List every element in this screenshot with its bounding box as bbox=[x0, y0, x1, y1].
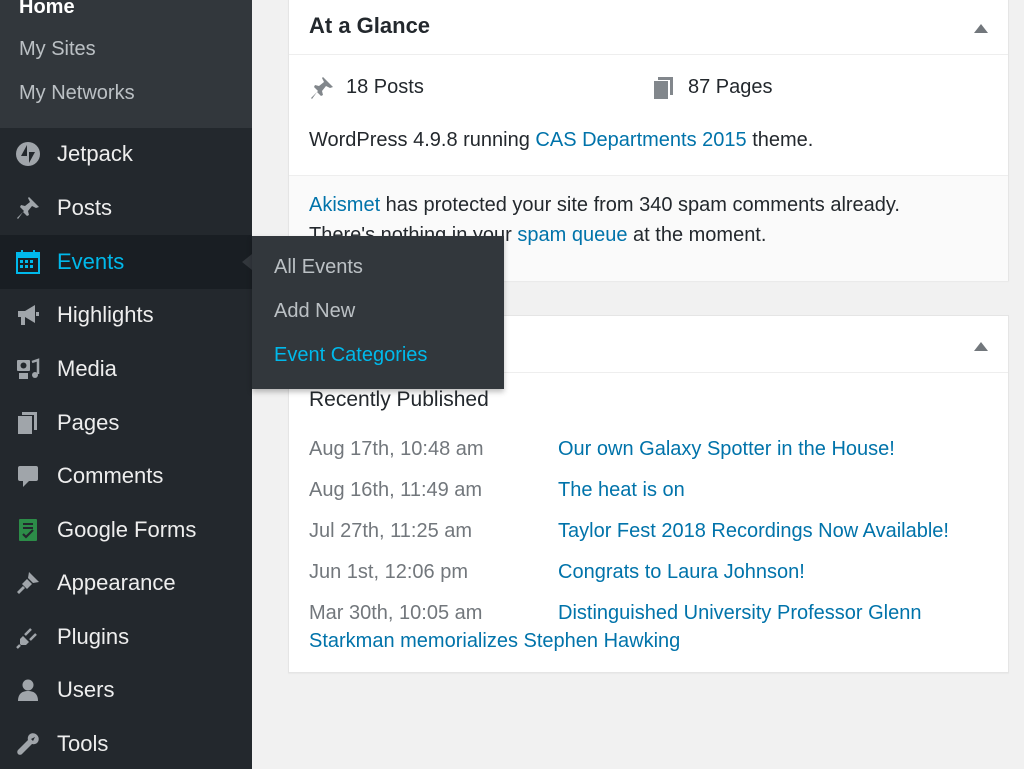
post-title-link[interactable]: Congrats to Laura Johnson! bbox=[558, 561, 805, 584]
sidebar-item-google-forms[interactable]: Google Forms bbox=[0, 503, 252, 557]
sidebar-item-label: Posts bbox=[57, 195, 113, 220]
sidebar-item-highlights[interactable]: Highlights bbox=[0, 288, 252, 342]
pushpin-icon bbox=[14, 194, 42, 222]
collapse-toggle-icon[interactable] bbox=[974, 24, 988, 33]
sidebar-item-label: Plugins bbox=[57, 624, 130, 649]
calendar-icon bbox=[14, 248, 42, 276]
akismet-text: has protected your site from 340 spam co… bbox=[380, 194, 900, 216]
sidebar-item-events[interactable]: Events bbox=[0, 235, 252, 289]
spam-queue-link[interactable]: spam queue bbox=[517, 224, 627, 246]
flyout-item-all-events[interactable]: All Events bbox=[274, 256, 363, 279]
my-sites-submenu: Home My Sites My Networks bbox=[0, 0, 252, 128]
widget-divider bbox=[289, 54, 1008, 55]
sidebar-item-label: Jetpack bbox=[57, 141, 133, 166]
pages-icon bbox=[14, 409, 42, 437]
jetpack-icon bbox=[14, 140, 42, 168]
post-date: Aug 17th, 10:48 am bbox=[309, 438, 484, 460]
section-heading: Recently Published bbox=[309, 388, 489, 411]
post-title-link[interactable]: Our own Galaxy Spotter in the House! bbox=[558, 438, 895, 461]
akismet-line: Akismet has protected your site from 340… bbox=[309, 194, 900, 217]
sidebar-item-pages[interactable]: Pages bbox=[0, 396, 252, 450]
sidebar-item-label: Events bbox=[57, 249, 125, 274]
sidebar-item-comments[interactable]: Comments bbox=[0, 449, 252, 503]
pages-icon bbox=[654, 77, 673, 99]
user-icon bbox=[14, 676, 42, 704]
sidebar-item-label: Users bbox=[57, 677, 115, 702]
submenu-item-my-sites[interactable]: My Sites bbox=[19, 38, 96, 61]
sidebar-item-tools[interactable]: Tools bbox=[0, 717, 252, 769]
post-date: Jun 1st, 12:06 pm bbox=[309, 561, 468, 583]
version-suffix: theme. bbox=[746, 129, 814, 151]
sidebar-item-appearance[interactable]: Appearance bbox=[0, 556, 252, 610]
post-date: Aug 16th, 11:49 am bbox=[309, 479, 483, 501]
post-title-link[interactable]: The heat is on bbox=[558, 479, 685, 502]
sidebar-item-media[interactable]: Media bbox=[0, 342, 252, 396]
posts-count-link[interactable]: 18 Posts bbox=[346, 76, 424, 99]
submenu-item-home[interactable]: Home bbox=[19, 0, 75, 19]
comment-icon bbox=[14, 462, 42, 490]
pushpin-icon bbox=[311, 77, 333, 99]
theme-link[interactable]: CAS Departments 2015 bbox=[535, 129, 746, 151]
sidebar-item-plugins[interactable]: Plugins bbox=[0, 610, 252, 664]
post-title-link[interactable]: Taylor Fest 2018 Recordings Now Availabl… bbox=[558, 520, 949, 543]
sidebar-item-label: Pages bbox=[57, 410, 120, 435]
widget-title: At a Glance bbox=[309, 13, 431, 38]
active-menu-arrow bbox=[242, 254, 252, 270]
pages-count-link[interactable]: 87 Pages bbox=[688, 76, 773, 99]
sidebar-item-label: Highlights bbox=[57, 302, 154, 327]
version-text: WordPress 4.9.8 running bbox=[309, 129, 536, 151]
wrench-icon bbox=[14, 730, 42, 758]
collapse-toggle-icon[interactable] bbox=[974, 342, 988, 351]
post-date: Jul 27th, 11:25 am bbox=[309, 520, 473, 542]
sidebar-item-jetpack[interactable]: Jetpack bbox=[0, 127, 252, 181]
sidebar-item-label: Google Forms bbox=[57, 517, 197, 542]
admin-sidebar: Home My Sites My Networks Jetpack Posts … bbox=[0, 0, 252, 769]
plug-icon bbox=[14, 623, 42, 651]
flyout-item-add-new[interactable]: Add New bbox=[274, 300, 355, 323]
spam-suffix: at the moment. bbox=[627, 224, 767, 246]
post-date: Mar 30th, 10:05 am bbox=[309, 602, 483, 624]
media-icon bbox=[14, 355, 42, 383]
version-info: WordPress 4.9.8 running CAS Departments … bbox=[309, 129, 813, 152]
sidebar-item-label: Appearance bbox=[57, 570, 176, 595]
google-forms-icon bbox=[14, 516, 42, 544]
sidebar-item-label: Comments bbox=[57, 463, 164, 488]
sidebar-item-label: Media bbox=[57, 356, 117, 381]
flyout-item-event-categories[interactable]: Event Categories bbox=[274, 344, 427, 367]
post-title-link[interactable]: Distinguished University Professor Glenn bbox=[558, 602, 922, 625]
post-title-link-continued[interactable]: Starkman memorializes Stephen Hawking bbox=[309, 630, 680, 653]
akismet-link[interactable]: Akismet bbox=[309, 194, 380, 216]
sidebar-item-label: Tools bbox=[57, 731, 109, 756]
megaphone-icon bbox=[14, 301, 42, 329]
paintbrush-icon bbox=[14, 569, 42, 597]
events-flyout-submenu: All Events Add New Event Categories bbox=[252, 236, 504, 389]
sidebar-item-posts[interactable]: Posts bbox=[0, 181, 252, 235]
submenu-item-my-networks[interactable]: My Networks bbox=[19, 82, 135, 105]
sidebar-item-users[interactable]: Users bbox=[0, 663, 252, 717]
